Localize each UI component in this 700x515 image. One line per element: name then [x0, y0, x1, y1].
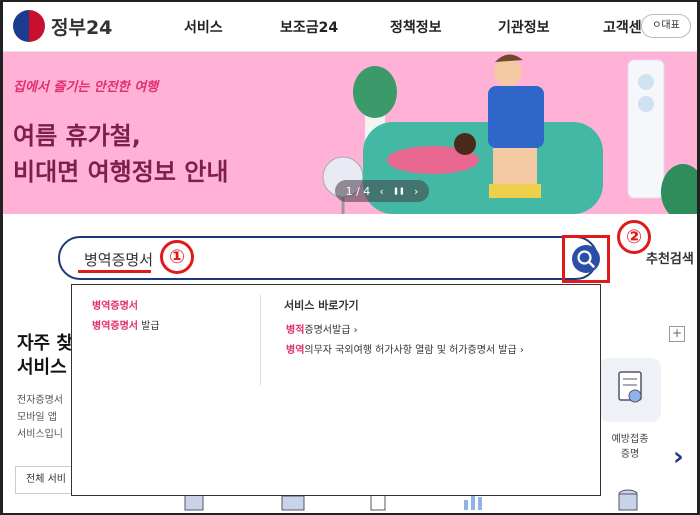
annotation-underline: [78, 270, 151, 273]
search-button[interactable]: [572, 245, 600, 273]
prev-slide-button[interactable]: ‹: [379, 185, 383, 198]
search-query-text: 병역증명서: [84, 251, 154, 269]
plant-leaves-shape: [353, 66, 397, 118]
page-indicator: 1 / 4: [345, 184, 371, 198]
banner-tagline: 집에서 즐기는 안전한 여행: [13, 80, 159, 95]
annotation-highlight-box: [562, 235, 610, 283]
recommended-search-label[interactable]: 추천검색: [646, 248, 694, 267]
annotation-step1-badge: ①: [160, 240, 194, 274]
suggestion-item[interactable]: 병역증명서 발급: [92, 317, 160, 332]
dropdown-divider: [260, 295, 261, 385]
representative-sites-button[interactable]: ㅇ대표: [641, 14, 691, 38]
suggestion-item[interactable]: 병역증명서: [92, 297, 138, 312]
database-icon: [618, 489, 638, 511]
shortcut-item[interactable]: 병역의무자 국외여행 허가사항 열람 및 허가증명서 발급 ›: [286, 341, 524, 356]
site-header: 정부24 서비스 보조금24 정책정보 기관정보 고객센터 ㅇ대표: [3, 2, 697, 52]
nav-item-service[interactable]: 서비스: [184, 17, 223, 37]
vaccination-card-label: 예방접종 증명: [611, 434, 649, 460]
site-logo[interactable]: 정부24: [13, 10, 112, 42]
document-icon: [618, 371, 642, 403]
search-section: 병역증명서 ① ② 추천검색 병역증명서 병역증명서 발급 서비스 바로가기 병…: [3, 214, 697, 510]
faq-description: 전자증명서 모바일 앱 서비스입니: [17, 395, 63, 440]
search-input[interactable]: 병역증명서: [58, 236, 598, 280]
pause-button[interactable]: ❚❚: [393, 187, 405, 195]
promo-banner[interactable]: 집에서 즐기는 안전한 여행 여름 휴가철, 비대면 여행정보 안내 1 / 4…: [3, 52, 697, 214]
magnifier-icon: [577, 250, 595, 268]
autocomplete-dropdown: 병역증명서 병역증명서 발급 서비스 바로가기 병적증명서발급 › 병역의무자 …: [71, 284, 601, 496]
nav-item-policy[interactable]: 정책정보: [390, 17, 442, 37]
vaccination-card[interactable]: [599, 358, 661, 422]
logo-text: 정부24: [51, 16, 113, 39]
woman-head-shape: [454, 133, 476, 155]
nav-item-agency[interactable]: 기관정보: [498, 17, 550, 37]
faq-section-title: 자주 찾 서비스: [17, 333, 73, 378]
man-head-shape: [494, 58, 522, 86]
shortcut-heading: 서비스 바로가기: [284, 299, 359, 312]
banner-title-line1: 여름 휴가철,: [13, 122, 141, 150]
banner-carousel-controls: 1 / 4 ‹ ❚❚ ›: [335, 180, 429, 202]
taegeuk-logo-icon: [13, 10, 45, 42]
banner-title-line2: 비대면 여행정보 안내: [13, 158, 229, 186]
browser-viewport: 정부24 서비스 보조금24 정책정보 기관정보 고객센터 ㅇ대표 집에서 즐기…: [3, 2, 697, 513]
shortcut-item[interactable]: 병적증명서발급 ›: [286, 321, 358, 336]
man-shirt-shape: [488, 86, 544, 148]
next-slide-button[interactable]: ›: [414, 185, 418, 198]
expand-plus-icon[interactable]: +: [669, 326, 685, 342]
nav-item-subsidy[interactable]: 보조금24: [280, 17, 338, 37]
carousel-next-icon[interactable]: ›: [673, 442, 684, 472]
